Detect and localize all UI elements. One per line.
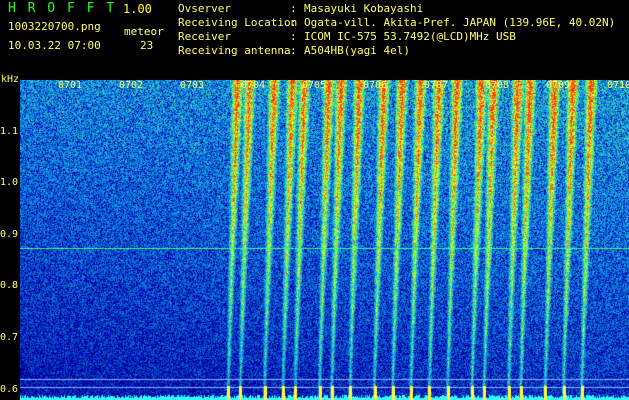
station-info: Ovserver: Masayuki Kobayashi Receiving Lo… [178,2,615,58]
x-tick-label: 0707 [424,80,449,91]
x-tick-label: 0709 [546,80,571,91]
info-row-location: Receiving Location: Ogata-vill. Akita-Pre… [178,16,616,29]
y-tick-label: 1.1 [0,125,19,137]
meteor-count: 23 [140,39,154,52]
x-tick-label: 0708 [485,80,510,91]
y-tick-label: 0.9 [0,228,19,240]
meteor-label: meteor [124,25,164,38]
x-tick-label: 0703 [180,80,205,91]
header-panel: H R O F F T 1.00 1003220700.png meteor 2… [0,0,629,85]
x-tick-label: 0705 [302,80,327,91]
info-row-observer: Ovserver: Masayuki Kobayashi [178,2,424,15]
app-title: H R O F F T [8,1,117,16]
x-tick-label: 0710 [607,80,629,91]
version-label: 1.00 [123,2,152,16]
info-row-receiver: Receiver: ICOM IC-575 53.7492(@LCD)MHz US… [178,30,516,43]
y-unit-label: kHz [1,74,20,85]
datetime-label: 10.03.22 07:00 [8,39,101,52]
x-tick-label: 0701 [58,80,83,91]
y-tick-label: 0.6 [0,383,19,395]
y-tick-label: 0.7 [0,332,19,344]
x-tick-label: 0704 [241,80,266,91]
y-tick-label: 0.8 [0,280,19,292]
spectrogram-canvas [20,80,629,400]
x-tick-label: 0702 [119,80,144,91]
x-tick-label: 0706 [363,80,388,91]
y-tick-label: 1.0 [0,177,19,189]
filename-label: 1003220700.png [8,20,101,33]
info-row-antenna: Receiving antenna: A504HB(yagi 4el) [178,44,410,57]
